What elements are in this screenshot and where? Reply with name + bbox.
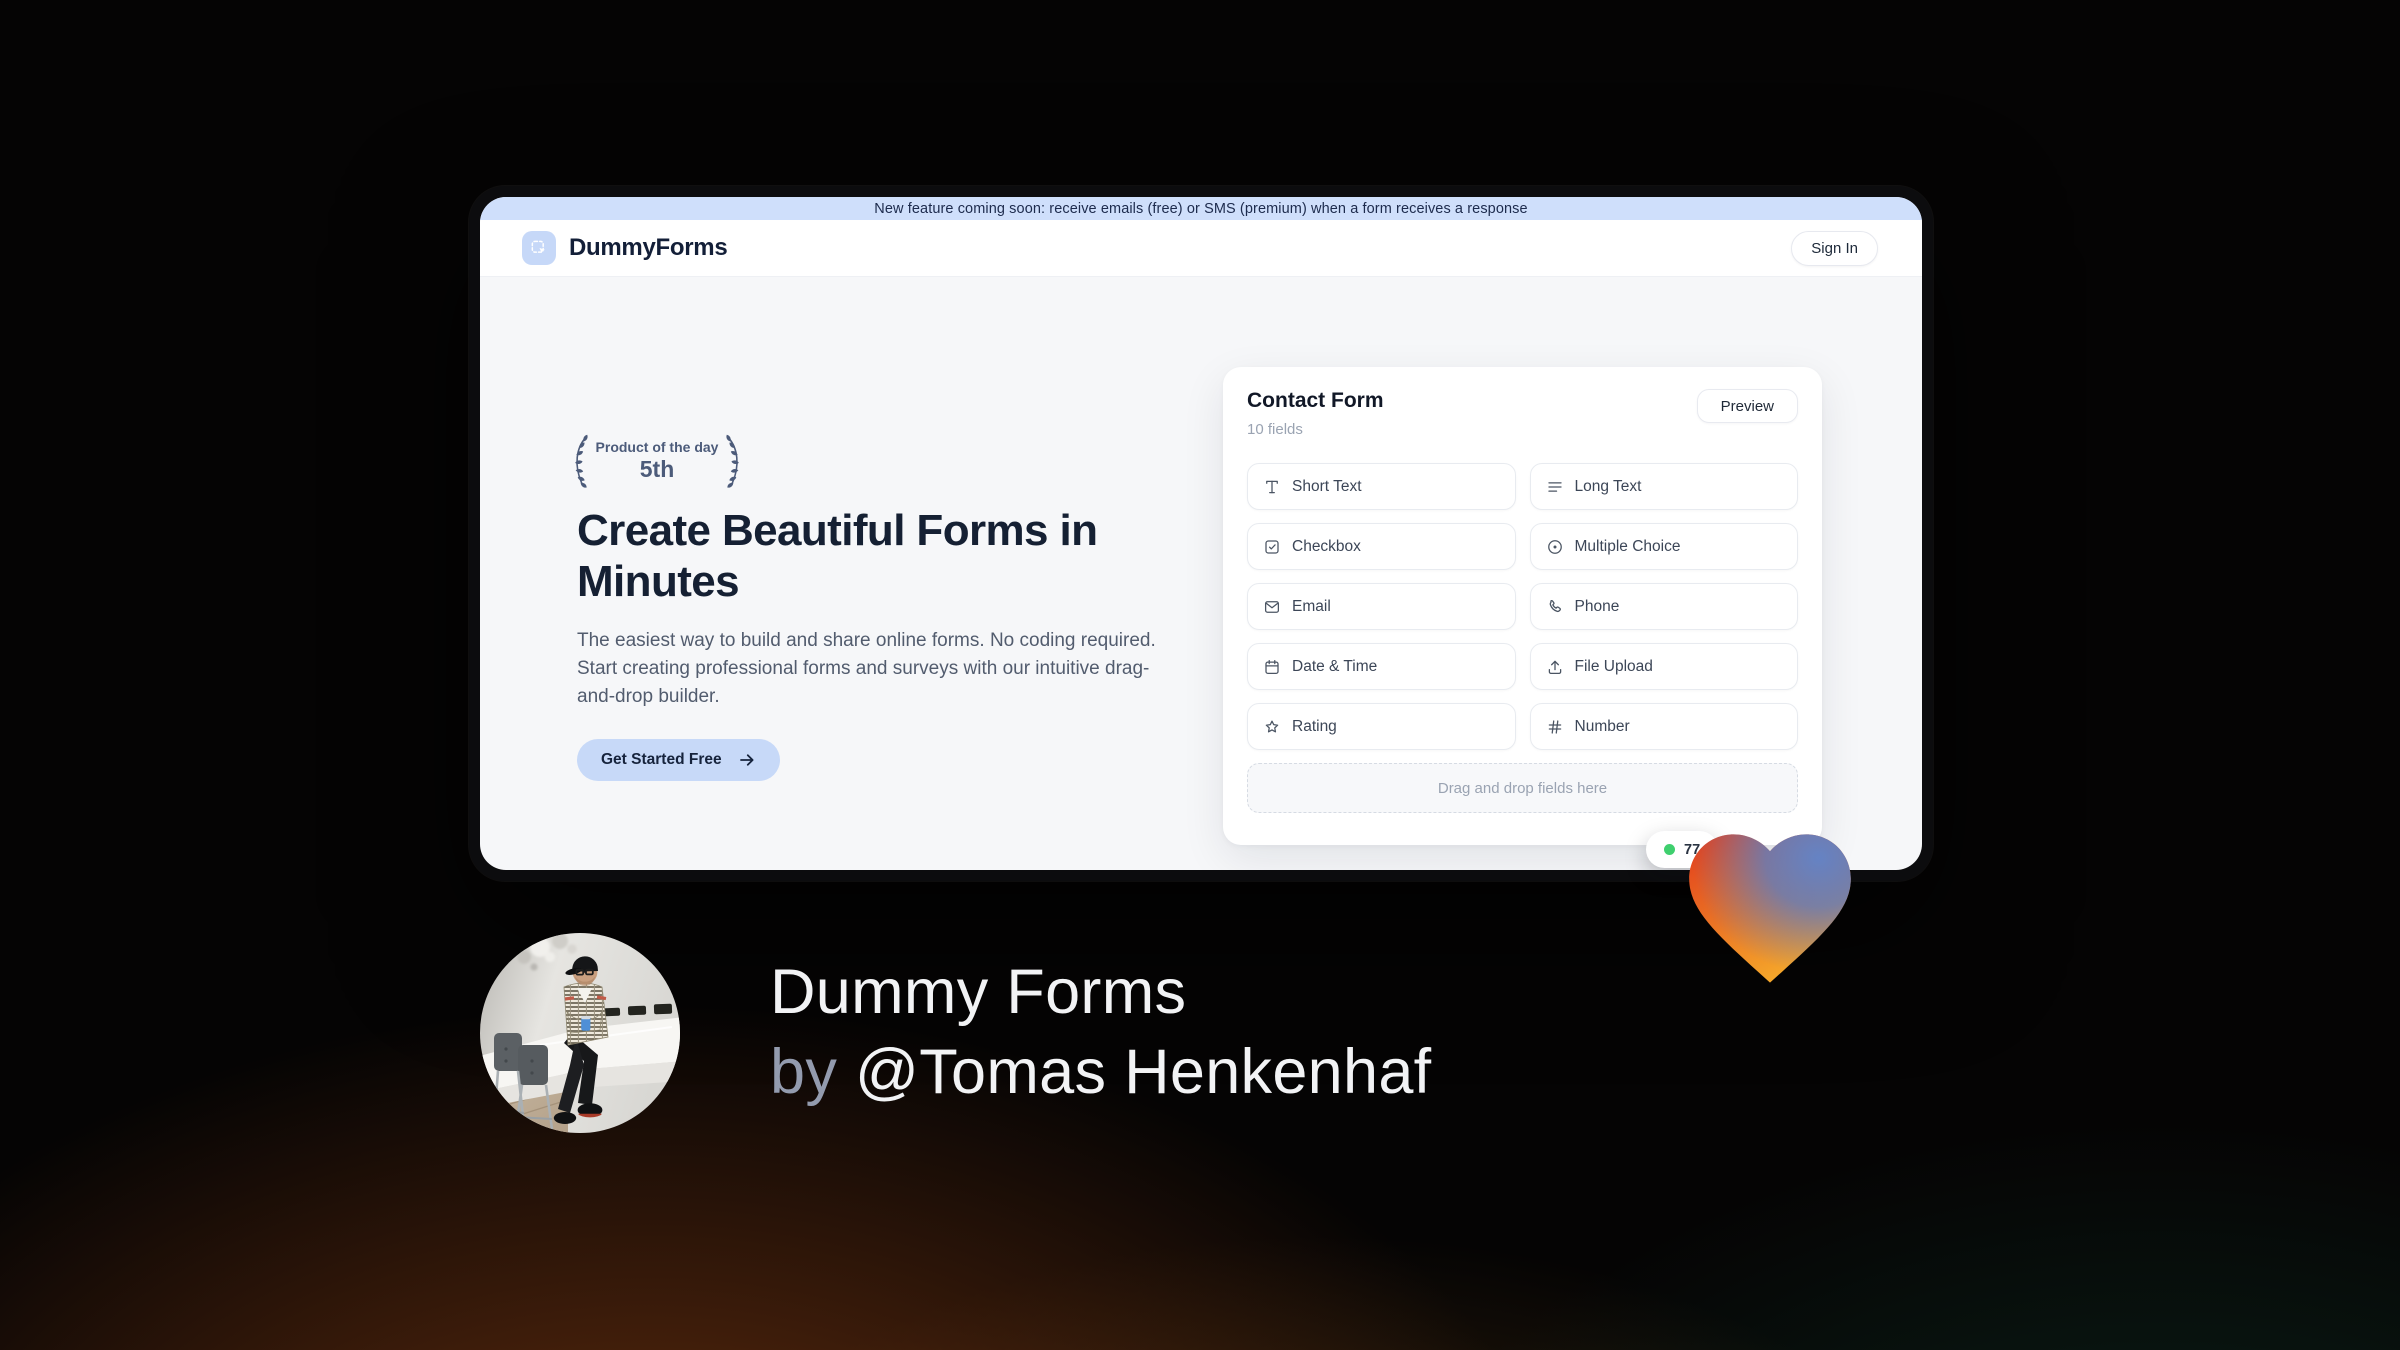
field-number[interactable]: Number (1529, 703, 1798, 750)
field-long-text[interactable]: Long Text (1529, 463, 1798, 510)
award-line2: 5th (639, 456, 675, 482)
laurel-left-icon (574, 434, 588, 488)
preview-button[interactable]: Preview (1696, 389, 1798, 423)
brand-name: DummyForms (569, 234, 728, 261)
award-line1: Product of the day (595, 439, 719, 455)
page-title: Create Beautiful Forms in Minutes (577, 506, 1098, 606)
field-short-text[interactable]: Short Text (1247, 463, 1516, 510)
upload-icon (1546, 658, 1564, 676)
form-field-count: 10 fields (1247, 421, 1303, 438)
form-builder-card: Contact Form 10 fields Preview Short Tex… (1223, 367, 1822, 845)
sign-in-button[interactable]: Sign In (1791, 230, 1878, 266)
laurel-right-icon (726, 434, 740, 488)
hero-description: The easiest way to build and share onlin… (577, 630, 1156, 707)
field-phone[interactable]: Phone (1529, 583, 1798, 630)
creator-avatar (480, 933, 680, 1133)
app-window-content: New feature coming soon: receive emails … (480, 197, 1922, 870)
star-icon (1263, 718, 1281, 736)
announcement-text: New feature coming soon: receive emails … (874, 200, 1528, 217)
field-file-upload[interactable]: File Upload (1529, 643, 1798, 690)
field-dropzone[interactable]: Drag and drop fields here (1247, 763, 1798, 813)
radio-icon (1546, 538, 1564, 556)
align-left-icon (1546, 478, 1564, 496)
brand: DummyForms (522, 231, 728, 265)
credit-handle: @Tomas Henkenhaf (854, 1037, 1432, 1107)
type-icon (1263, 478, 1281, 496)
get-started-button[interactable]: Get Started Free (577, 739, 780, 781)
phone-icon (1546, 598, 1564, 616)
field-checkbox[interactable]: Checkbox (1247, 523, 1516, 570)
app-window: New feature coming soon: receive emails … (469, 186, 1933, 881)
hero-section: Product of the day 5th Create Beautiful … (480, 277, 1922, 870)
top-navigation: DummyForms Sign In (480, 220, 1922, 277)
mail-icon (1263, 598, 1281, 616)
field-palette: Short Text Long Text Checkbox Multiple C… (1247, 463, 1798, 750)
field-email[interactable]: Email (1247, 583, 1516, 630)
announcement-banner: New feature coming soon: receive emails … (480, 197, 1922, 220)
field-rating[interactable]: Rating (1247, 703, 1516, 750)
credit-title: Dummy Forms (770, 957, 1187, 1027)
arrow-right-icon (739, 754, 754, 766)
credit-by: by (770, 1037, 838, 1107)
heart-icon (1689, 834, 1851, 983)
hash-icon (1546, 718, 1564, 736)
field-multiple-choice[interactable]: Multiple Choice (1529, 523, 1798, 570)
calendar-icon (1263, 658, 1281, 676)
dropzone-text: Drag and drop fields here (1437, 779, 1608, 797)
brand-logo-icon (522, 231, 556, 265)
get-started-label: Get Started Free (601, 751, 722, 768)
credit-text: Dummy Forms by @Tomas Henkenhaf (770, 952, 1432, 1112)
checkbox-icon (1263, 538, 1281, 556)
product-of-day-badge: Product of the day 5th (574, 433, 740, 489)
form-title: Contact Form (1247, 389, 1384, 412)
field-date-time[interactable]: Date & Time (1247, 643, 1516, 690)
